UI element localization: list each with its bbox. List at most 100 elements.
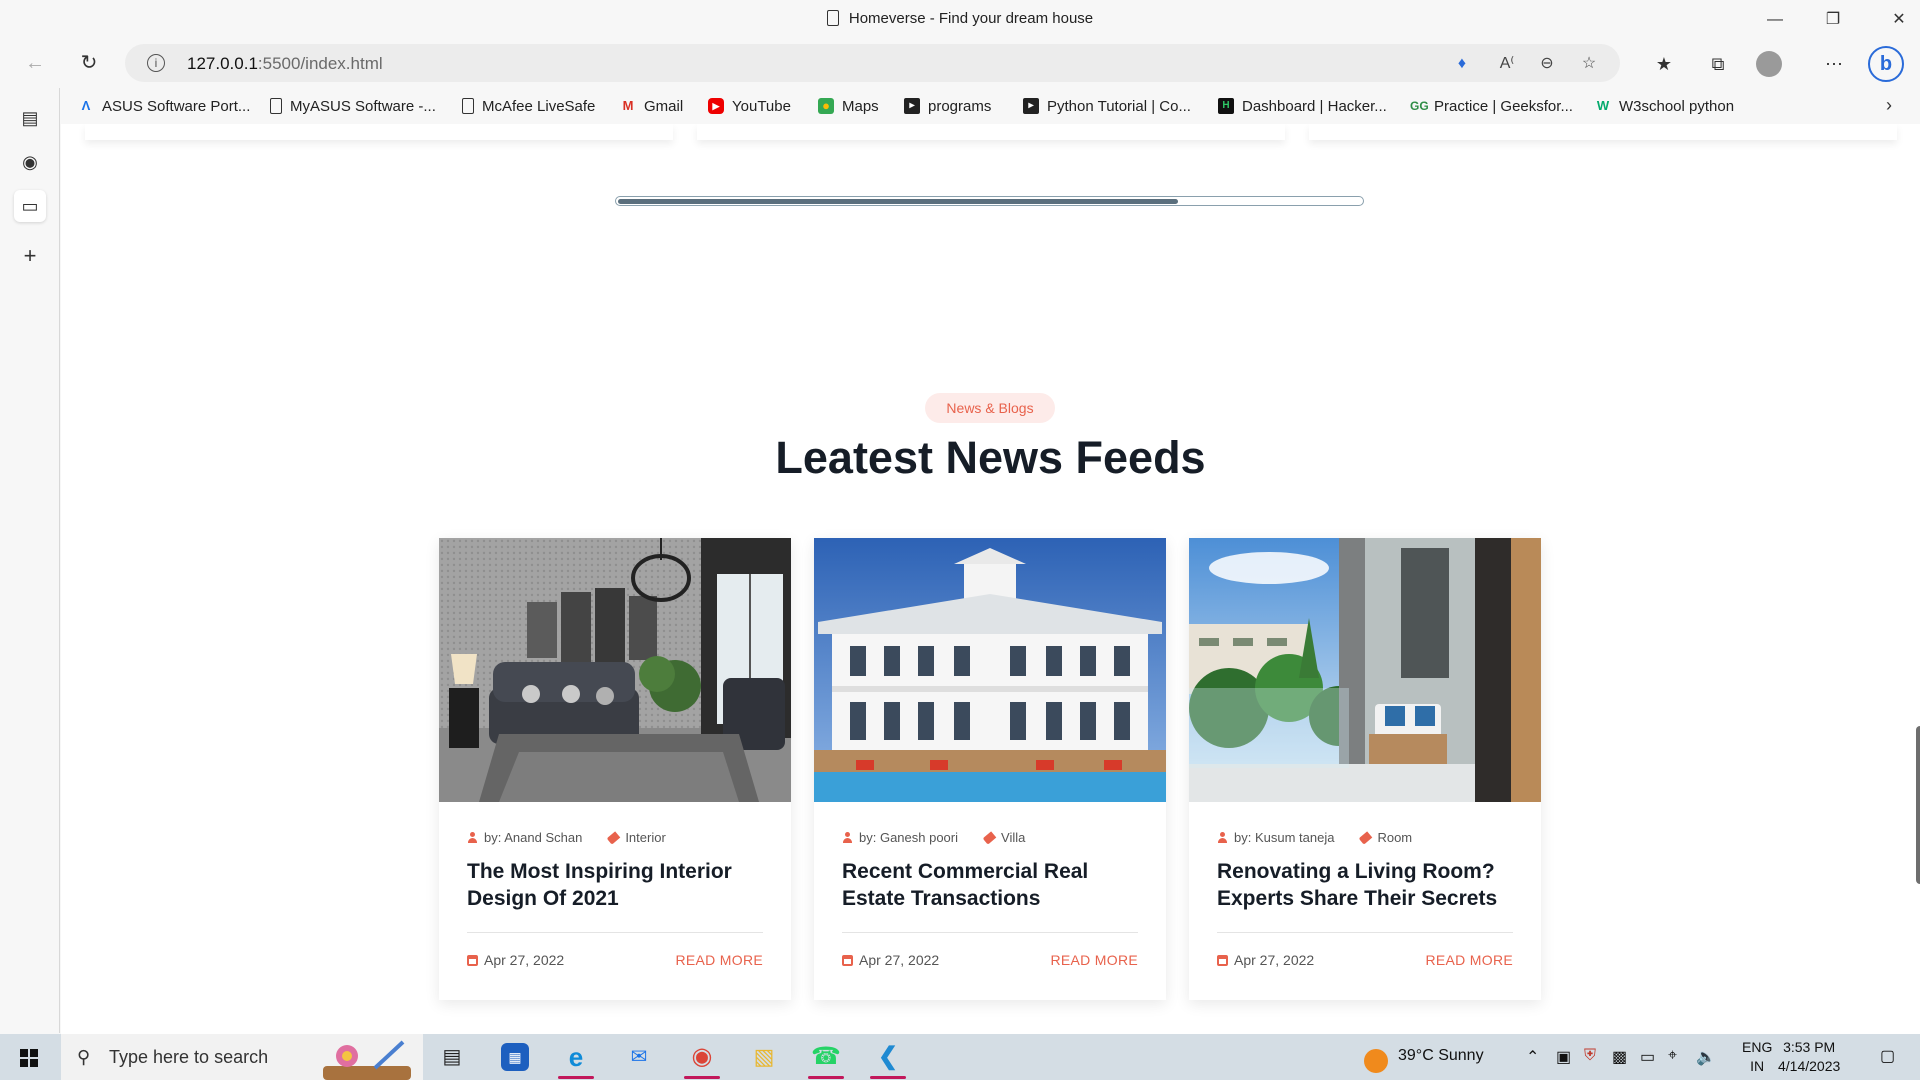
url-path: :5500/index.html — [257, 54, 383, 73]
bookmark-maps[interactable]: ● Maps — [818, 95, 879, 117]
windows-taskbar: ⚲ Type here to search ▤ ▦ e ✉ ◉ ▧ ☎ ❮ 39… — [0, 1034, 1920, 1080]
minimize-button[interactable]: — — [1752, 6, 1798, 34]
read-aloud-icon[interactable]: A⁽ — [1495, 52, 1519, 76]
gmail-icon: M — [622, 98, 634, 113]
site-info-icon[interactable]: i — [147, 54, 165, 72]
blog-card[interactable]: by: Ganesh poori Villa Recent Commercial… — [814, 538, 1166, 1000]
read-more-link[interactable]: READ MORE — [1051, 952, 1139, 968]
tab-title: Homeverse - Find your dream house — [848, 10, 1094, 27]
read-more-link[interactable]: READ MORE — [676, 952, 764, 968]
edge-browser-icon[interactable]: e — [558, 1039, 594, 1079]
bookmark-programs[interactable]: ▸ programs — [904, 95, 991, 117]
address-bar[interactable]: i 127.0.0.1:5500/index.html ♦ A⁽ ⊖ ☆ — [125, 44, 1620, 82]
property-card-bottom — [697, 124, 1285, 140]
tag-icon — [982, 830, 997, 845]
mcafee-icon[interactable]: ⛨ — [1584, 1047, 1596, 1065]
weather-icon[interactable] — [1364, 1049, 1388, 1073]
bookmark-label: YouTube — [732, 97, 791, 115]
zoom-out-icon[interactable]: ⊖ — [1535, 52, 1559, 76]
blog-card-meta: by: Kusum taneja Room — [1217, 830, 1412, 845]
navigation-bar: ← ↻ i 127.0.0.1:5500/index.html ♦ A⁽ ⊖ ☆… — [0, 40, 1920, 86]
blog-title[interactable]: Renovating a Living Room? Experts Share … — [1217, 858, 1517, 912]
task-view-icon[interactable]: ▤ — [434, 1039, 470, 1075]
page-scrollbar[interactable] — [1916, 726, 1920, 884]
volume-icon[interactable]: 🔈 — [1696, 1047, 1716, 1067]
blog-author[interactable]: by: Ganesh poori — [859, 830, 958, 845]
notifications-icon[interactable]: ▢ — [1880, 1046, 1895, 1066]
bookmark-gmail[interactable]: M Gmail — [620, 95, 684, 117]
microsoft-store-icon[interactable]: ▦ — [501, 1043, 529, 1071]
weather-text[interactable]: 39°C Sunny — [1398, 1047, 1484, 1065]
blog-card-image[interactable] — [814, 538, 1166, 802]
blog-card-image[interactable] — [439, 538, 791, 802]
blog-card-meta: by: Anand Schan Interior — [467, 830, 666, 845]
search-placeholder: Type here to search — [109, 1047, 269, 1067]
bookmark-label: Maps — [842, 97, 879, 115]
language-indicator[interactable]: ENG IN — [1742, 1038, 1772, 1076]
page-icon[interactable]: ▭ — [14, 190, 46, 222]
bookmark-python-tutorial[interactable]: ▸ Python Tutorial | Co... — [1023, 95, 1191, 117]
user-icon — [467, 832, 478, 843]
carousel-scrollbar-thumb[interactable] — [618, 199, 1178, 204]
bookmark-hackerrank[interactable]: H Dashboard | Hacker... — [1218, 95, 1387, 117]
blog-category[interactable]: Interior — [625, 830, 665, 845]
wifi-icon[interactable]: ⌖ — [1668, 1047, 1677, 1065]
taskbar-search[interactable]: ⚲ Type here to search — [61, 1034, 423, 1080]
blog-date-text: Apr 27, 2022 — [859, 952, 940, 968]
blog-author[interactable]: by: Anand Schan — [484, 830, 582, 845]
whatsapp-icon[interactable]: ☎ — [808, 1039, 844, 1079]
clock-time: 3:53 PM — [1783, 1039, 1836, 1055]
read-more-link[interactable]: READ MORE — [1426, 952, 1514, 968]
vscode-icon[interactable]: ❮ — [870, 1039, 906, 1079]
url-text[interactable]: 127.0.0.1:5500/index.html — [187, 54, 383, 74]
browser-sidebar: ▤ ◉ ▭ + — [0, 88, 60, 1033]
carousel-scrollbar[interactable] — [615, 196, 1364, 206]
restore-button[interactable]: ❐ — [1810, 6, 1856, 34]
bookmark-geeksforgeeks[interactable]: GG Practice | Geeksfor... — [1410, 95, 1573, 117]
blog-title[interactable]: Recent Commercial Real Estate Transactio… — [842, 858, 1142, 912]
bookmark-w3schools[interactable]: W W3school python — [1595, 95, 1734, 117]
blog-author[interactable]: by: Kusum taneja — [1234, 830, 1334, 845]
tabs-icon[interactable]: ▤ — [14, 102, 46, 134]
blog-card-meta: by: Ganesh poori Villa — [842, 830, 1025, 845]
blog-card-image[interactable] — [1189, 538, 1541, 802]
bookmark-myasus[interactable]: MyASUS Software -... — [270, 95, 436, 117]
chevron-right-icon[interactable]: › — [1886, 95, 1892, 116]
section-title: Leatest News Feeds — [775, 432, 1206, 483]
bookmark-mcafee[interactable]: McAfee LiveSafe — [462, 95, 595, 117]
add-favorite-icon[interactable]: ☆ — [1577, 52, 1601, 76]
bing-chat-icon[interactable]: b — [1868, 46, 1904, 82]
more-options-icon[interactable]: ⋯ — [1818, 48, 1850, 80]
reload-button[interactable]: ↻ — [74, 48, 104, 78]
programs-icon: ▸ — [904, 98, 920, 114]
clock[interactable]: 3:53 PM 4/14/2023 — [1778, 1038, 1840, 1076]
blog-category[interactable]: Villa — [1001, 830, 1025, 845]
file-explorer-icon[interactable]: ▧ — [746, 1039, 782, 1075]
collections-icon[interactable]: ⧉ — [1702, 48, 1734, 80]
blog-title[interactable]: The Most Inspiring Interior Design Of 20… — [467, 858, 767, 912]
back-button[interactable]: ← — [20, 48, 50, 78]
bookmark-label: W3school python — [1619, 97, 1735, 115]
blog-card[interactable]: by: Kusum taneja Room Renovating a Livin… — [1189, 538, 1541, 1000]
property-card-bottom — [85, 124, 673, 140]
chrome-icon[interactable]: ◉ — [684, 1039, 720, 1079]
battery-icon[interactable]: ▭ — [1640, 1047, 1655, 1067]
window-title: Homeverse - Find your dream house — [0, 10, 1920, 27]
blog-date: Apr 27, 2022 — [1217, 952, 1314, 968]
add-icon[interactable]: + — [14, 240, 46, 272]
blog-category[interactable]: Room — [1377, 830, 1412, 845]
maps-icon: ● — [818, 98, 834, 114]
meet-now-icon[interactable]: ▣ — [1556, 1047, 1571, 1067]
github-icon[interactable]: ◉ — [14, 146, 46, 178]
close-button[interactable]: ✕ — [1876, 6, 1920, 34]
bookmark-youtube[interactable]: ▶ YouTube — [708, 95, 791, 117]
windows-start-icon[interactable] — [20, 1049, 38, 1067]
bookmark-asus[interactable]: Λ ASUS Software Port... — [78, 95, 251, 117]
armoury-icon[interactable]: ▩ — [1612, 1047, 1627, 1067]
chevron-up-icon[interactable]: ⌃ — [1526, 1047, 1539, 1067]
profile-avatar[interactable] — [1756, 51, 1782, 77]
blog-card[interactable]: by: Anand Schan Interior The Most Inspir… — [439, 538, 791, 1000]
favorites-icon[interactable]: ★ — [1648, 48, 1680, 80]
mail-icon[interactable]: ✉ — [621, 1039, 657, 1075]
coupon-tag-icon[interactable]: ♦ — [1450, 52, 1474, 76]
